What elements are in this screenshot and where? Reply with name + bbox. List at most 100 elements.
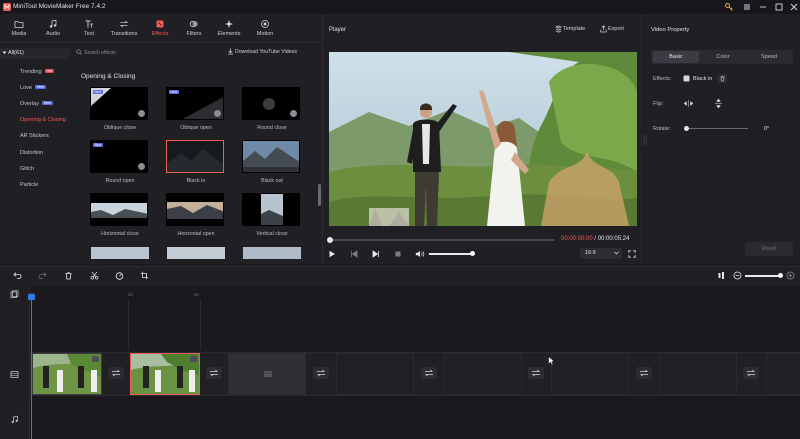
download-icon[interactable] [138,110,145,117]
category-item-overlay[interactable]: Overlay New [20,101,53,107]
tab-speed[interactable]: Speed [746,54,792,60]
video-preview[interactable] [329,52,637,226]
crop-icon[interactable] [140,271,149,280]
effect-black-out[interactable]: Black out [242,140,302,184]
transition-slot[interactable] [421,367,437,379]
maximize-icon[interactable] [774,2,784,12]
category-item-glitch[interactable]: Glitch [20,166,34,172]
transition-slot[interactable] [313,367,329,379]
effect-round-open[interactable]: New Round open [90,140,150,184]
effects-scrollbar[interactable] [318,184,321,206]
scissors-icon[interactable] [90,271,99,280]
category-item-distortion[interactable]: Distortion [20,150,43,156]
effect-label: Round open [105,178,135,184]
menu-icon[interactable] [742,2,752,12]
tab-color[interactable]: Color [700,54,746,60]
transition-slot[interactable] [636,367,652,379]
download-icon[interactable] [290,110,297,117]
minimize-icon[interactable] [758,2,768,12]
download-youtube-link[interactable]: Download YouTube Videos [235,49,297,55]
volume-handle[interactable] [470,251,475,256]
timeline-clip[interactable] [32,353,102,395]
export-button[interactable]: Export [608,26,624,32]
speed-icon[interactable] [115,271,124,280]
panel-collapse-handle[interactable] [643,135,647,145]
download-icon[interactable] [214,110,221,117]
empty-clip-slot[interactable] [659,353,737,395]
tab-elements[interactable]: Elements [212,19,246,41]
tab-motion[interactable]: Motion [248,19,282,41]
flip-horizontal-icon[interactable] [683,99,694,108]
empty-clip-slot[interactable] [766,353,800,395]
tab-text[interactable]: Text [72,19,106,41]
category-item-opening-closing[interactable]: Opening & Closing [20,117,66,123]
rotate-handle[interactable] [684,126,689,131]
seek-bar[interactable] [329,239,554,241]
transition-slot[interactable] [108,367,124,379]
category-item-ar-stickers[interactable]: AR Stickers [20,133,49,139]
effect-round-close[interactable]: Round close [242,87,302,131]
transition-slot[interactable] [206,367,222,379]
key-icon[interactable] [724,2,734,12]
zoom-in-icon[interactable] [786,271,795,280]
effect-horizontal-open[interactable]: Horizontal open [166,193,226,237]
trash-icon[interactable] [64,271,73,280]
effect-oblique-close[interactable]: New Oblique close [90,87,150,131]
effect-thumbnail[interactable] [167,247,225,259]
empty-clip-slot[interactable] [336,353,414,395]
close-icon[interactable] [789,2,799,12]
effect-black-in[interactable]: Black in [166,140,226,184]
zoom-out-icon[interactable] [733,271,742,280]
effect-thumbnail[interactable] [91,247,149,259]
chevron-down-icon [614,251,619,255]
ruler-gridline [128,300,129,350]
category-item-particle[interactable]: Particle [20,182,38,188]
elements-icon [224,19,234,29]
stop-icon[interactable] [394,250,402,258]
seek-handle[interactable] [327,237,333,243]
tab-effects[interactable]: Effects [143,19,177,41]
audio-mix-icon[interactable] [717,271,726,280]
playhead-handle[interactable] [28,294,35,300]
delete-icon[interactable] [718,74,727,83]
chevron-down-icon [2,50,7,56]
zoom-handle[interactable] [778,273,783,278]
tab-transitions[interactable]: Transitions [107,19,141,41]
flip-vertical-icon[interactable] [714,98,723,109]
volume-icon[interactable] [415,250,425,258]
category-item-love[interactable]: Love New [20,85,46,91]
download-icon[interactable] [138,163,145,170]
tab-basic[interactable]: Basic [653,54,699,60]
aspect-ratio-select[interactable]: 16:9 [580,248,622,259]
rotate-slider[interactable] [687,128,748,129]
transition-slot[interactable] [528,367,544,379]
playhead[interactable] [31,296,32,439]
template-button[interactable]: Template [563,26,585,32]
play-icon[interactable] [328,250,336,258]
category-item-trending[interactable]: Trending Hot [20,69,54,75]
effect-oblique-open[interactable]: New Oblique open [166,87,226,131]
zoom-slider[interactable] [745,275,781,277]
transition-slot[interactable] [743,367,759,379]
tab-audio[interactable]: Audio [36,19,70,41]
volume-slider[interactable] [429,253,473,255]
undo-icon[interactable] [13,271,22,280]
effect-horizontal-close[interactable]: Horizontal close [90,193,150,237]
next-frame-icon[interactable] [372,250,380,258]
empty-clip-slot[interactable] [444,353,522,395]
tab-filters[interactable]: Filters [177,19,211,41]
tab-media[interactable]: Media [2,19,36,41]
empty-clip-slot[interactable] [228,353,306,395]
effect-vertical-close[interactable]: Vertical close [242,193,302,237]
timeline-clip-selected[interactable] [130,353,200,395]
flip-label: Flip: [653,101,664,107]
reset-button[interactable]: Reset [745,242,793,256]
empty-clip-slot[interactable] [551,353,629,395]
add-track-icon[interactable] [10,290,19,299]
transitions-icon [119,19,129,29]
effect-thumbnail[interactable] [243,247,301,259]
fullscreen-icon[interactable] [628,250,636,258]
redo-icon[interactable] [38,271,47,280]
previous-frame-icon[interactable] [350,250,358,258]
search-input[interactable] [84,48,224,57]
